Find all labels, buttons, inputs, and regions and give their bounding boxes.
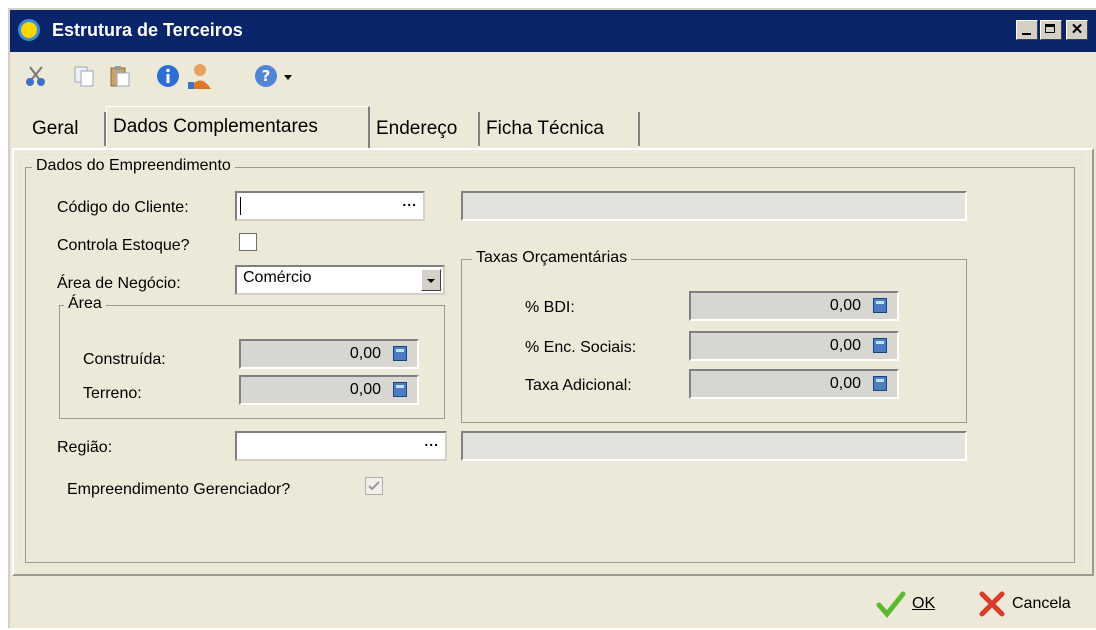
area-negocio-value: Comércio [243,269,312,286]
tab-ficha-tecnica[interactable]: Ficha Técnica [480,112,640,146]
ok-button[interactable]: OK [876,588,935,620]
checkmark-icon [368,481,380,491]
copy-icon[interactable] [72,64,96,88]
taxa-adicional-field[interactable]: 0,00 [689,369,899,399]
construida-value: 0,00 [349,345,381,362]
construida-field[interactable]: 0,00 [239,339,419,369]
enc-sociais-field[interactable]: 0,00 [689,331,899,361]
codigo-cliente-label: Código do Cliente: [57,199,189,216]
cancel-label: Cancela [1012,595,1071,612]
check-icon [876,591,906,618]
taxas-legend: Taxas Orçamentárias [472,249,632,267]
paste-icon[interactable] [108,64,132,88]
minimize-button[interactable] [1016,20,1038,40]
calculator-icon[interactable] [393,346,407,361]
regiao-label: Região: [57,439,113,456]
dropdown-arrow-icon[interactable] [282,64,294,88]
tab-panel: Dados do Empreendimento Código do Client… [12,148,1094,576]
dialog-window: Estrutura de Terceiros ✕ ? Geral Dados C… [8,8,1096,628]
taxa-adicional-value: 0,00 [829,375,861,392]
terreno-field[interactable]: 0,00 [239,375,419,405]
codigo-cliente-lookup-button[interactable]: ... [402,193,417,209]
enc-sociais-label: % Enc. Sociais: [525,339,637,356]
user-icon[interactable] [186,62,214,90]
calculator-icon[interactable] [873,376,887,391]
tab-endereco[interactable]: Endereço [370,112,480,146]
close-button[interactable]: ✕ [1066,20,1088,40]
dados-groupbox-area: Dados do Empreendimento Código do Client… [20,154,1082,566]
toolbar: ? [10,52,1096,102]
gerenciador-checkbox[interactable] [365,477,383,495]
window-title: Estrutura de Terceiros [52,20,243,40]
tab-dados-complementares[interactable]: Dados Complementares [106,106,370,150]
area-negocio-label: Área de Negócio: [57,275,181,292]
maximize-button[interactable] [1040,20,1062,40]
calculator-icon[interactable] [393,382,407,397]
construida-label: Construída: [83,351,166,368]
regiao-input[interactable]: ... [235,431,447,461]
tab-geral[interactable]: Geral [26,112,106,146]
calculator-icon[interactable] [873,298,887,313]
taxa-adicional-label: Taxa Adicional: [525,377,632,394]
dropdown-button[interactable] [421,269,441,291]
terreno-label: Terreno: [83,385,142,402]
dados-empreendimento-legend: Dados do Empreendimento [32,157,235,175]
close-x-icon [979,591,1005,617]
info-icon[interactable] [156,64,180,88]
ok-label: OK [912,595,936,612]
terreno-value: 0,00 [349,381,381,398]
area-negocio-select[interactable]: Comércio [235,265,445,295]
bdi-value: 0,00 [829,297,861,314]
cancel-button[interactable]: Cancela [978,588,1071,620]
app-icon [18,19,40,41]
bdi-label: % BDI: [525,299,575,316]
gerenciador-label: Empreendimento Gerenciador? [67,481,291,498]
regiao-description [461,431,967,461]
codigo-cliente-input[interactable]: ... [235,191,425,221]
chevron-down-icon [427,279,435,283]
bdi-field[interactable]: 0,00 [689,291,899,321]
title-bar[interactable]: Estrutura de Terceiros ✕ [10,10,1096,52]
controla-estoque-label: Controla Estoque? [57,237,190,254]
controla-estoque-checkbox[interactable] [239,233,257,251]
enc-sociais-value: 0,00 [829,337,861,354]
calculator-icon[interactable] [873,338,887,353]
codigo-cliente-description [461,191,967,221]
area-legend: Área [64,295,106,313]
cut-icon[interactable] [24,64,48,88]
footer-bar: OK Cancela [10,578,1096,630]
svg-text:?: ? [262,67,271,85]
regiao-lookup-button[interactable]: ... [424,433,439,449]
text-cursor [240,197,241,215]
help-icon[interactable]: ? [254,64,278,88]
